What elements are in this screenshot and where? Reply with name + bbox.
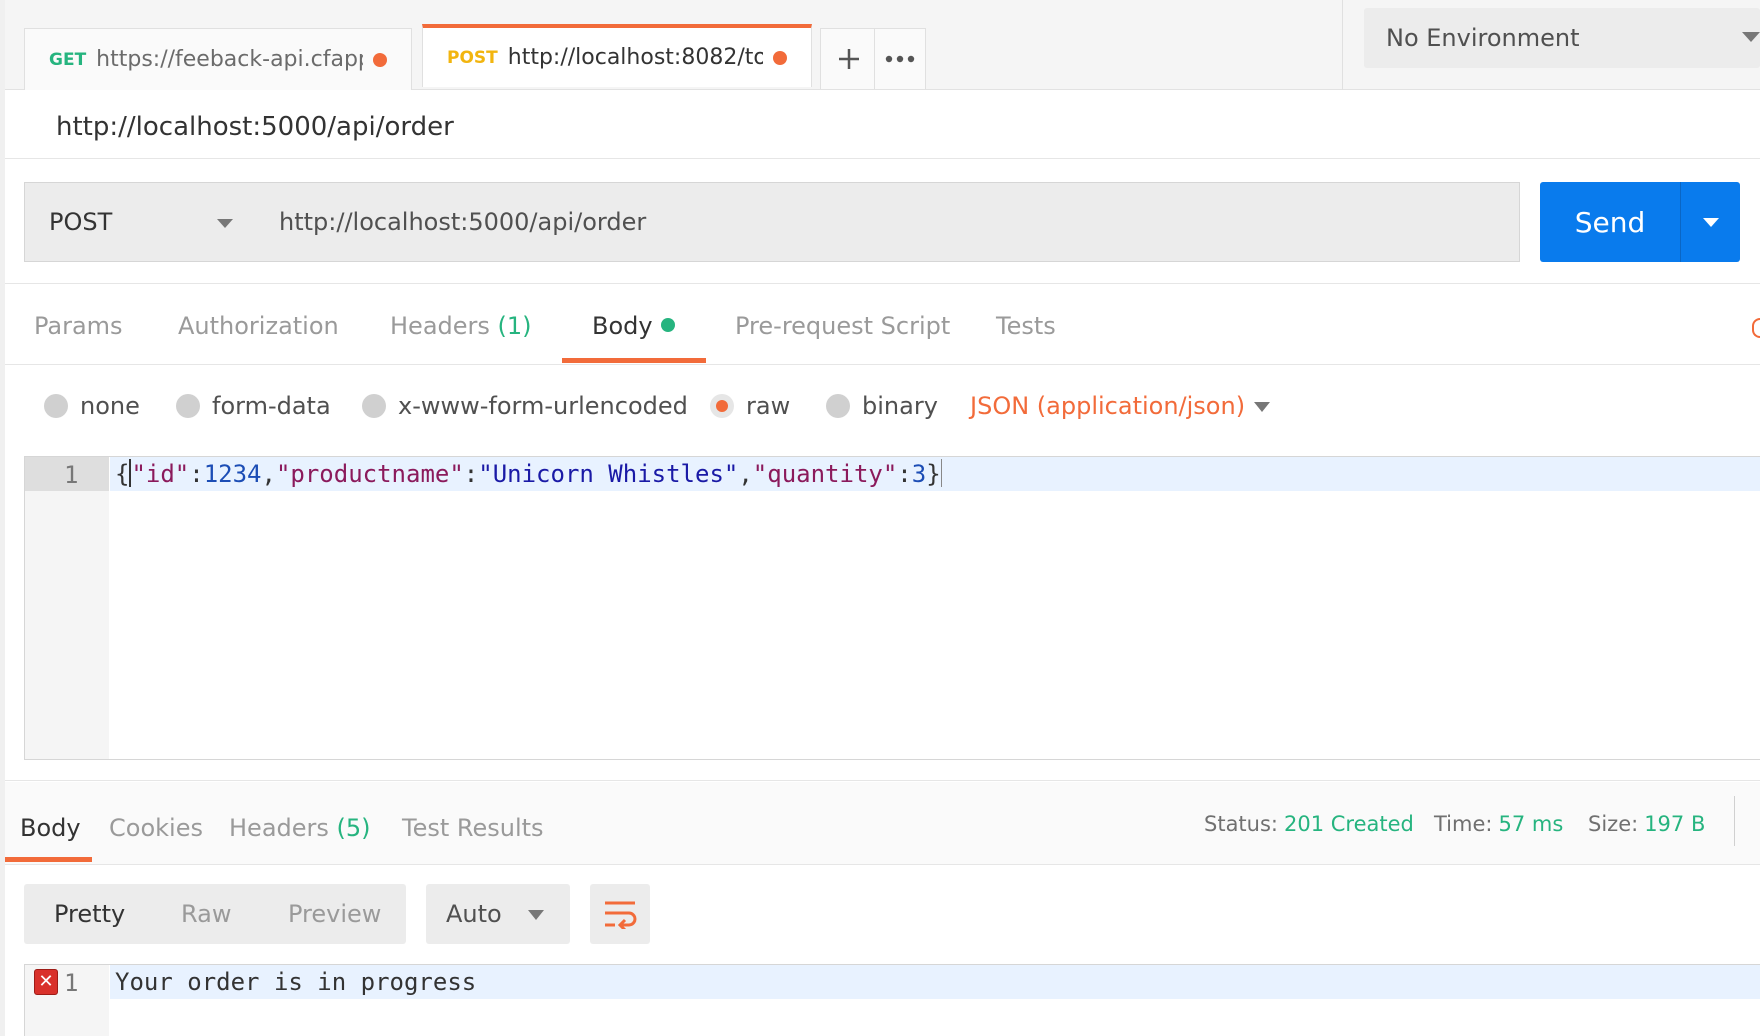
status-value: 201 Created bbox=[1284, 812, 1414, 836]
view-mode-pretty[interactable]: Pretty bbox=[54, 900, 125, 928]
radio-icon bbox=[362, 394, 386, 418]
error-x-icon: ✕ bbox=[34, 969, 58, 995]
radio-raw[interactable]: raw bbox=[710, 392, 790, 420]
line-number: 1 bbox=[64, 461, 79, 489]
radio-icon bbox=[176, 394, 200, 418]
unsaved-dot-icon bbox=[773, 50, 787, 65]
response-tab-headers[interactable]: Headers (5) bbox=[229, 814, 371, 842]
radio-icon bbox=[826, 394, 850, 418]
view-mode-raw[interactable]: Raw bbox=[181, 900, 231, 928]
response-tab-cookies[interactable]: Cookies bbox=[109, 814, 203, 842]
chevron-down-icon bbox=[1703, 218, 1719, 227]
method-select[interactable]: POST bbox=[24, 182, 258, 262]
more-dots-icon bbox=[885, 55, 915, 63]
wrap-lines-button[interactable] bbox=[590, 884, 650, 944]
new-tab-button[interactable] bbox=[820, 28, 878, 89]
chevron-down-icon bbox=[217, 219, 233, 228]
url-input[interactable]: http://localhost:5000/api/order bbox=[257, 182, 1520, 262]
divider bbox=[5, 864, 1760, 865]
chevron-down-icon[interactable] bbox=[1254, 402, 1270, 412]
format-select[interactable]: Auto bbox=[426, 884, 570, 944]
url-value: http://localhost:5000/api/order bbox=[279, 208, 647, 236]
tab-params[interactable]: Params bbox=[34, 312, 123, 340]
method-value: POST bbox=[49, 208, 113, 236]
response-text: Your order is in progress bbox=[115, 968, 477, 996]
body-indicator-icon bbox=[660, 318, 675, 332]
radio-selected-icon bbox=[710, 394, 734, 418]
response-status: Status: 201 Created bbox=[1204, 812, 1414, 836]
chevron-down-icon bbox=[528, 910, 544, 920]
content-type-select[interactable]: JSON (application/json) bbox=[970, 392, 1245, 420]
tab-pre-request-script[interactable]: Pre-request Script bbox=[735, 312, 950, 340]
divider bbox=[5, 283, 1760, 284]
radio-icon bbox=[44, 394, 68, 418]
request-title: http://localhost:5000/api/order bbox=[56, 112, 454, 142]
request-body-editor[interactable] bbox=[24, 456, 1760, 760]
divider bbox=[5, 780, 1760, 781]
active-tab-indicator bbox=[5, 857, 92, 862]
chevron-down-icon bbox=[1742, 32, 1760, 42]
tab-url: http://localhost:8082/topics/jso bbox=[507, 45, 763, 70]
response-tab-body[interactable]: Body bbox=[20, 814, 81, 842]
wrap-lines-icon bbox=[605, 901, 637, 929]
response-tab-test-results[interactable]: Test Results bbox=[402, 814, 544, 842]
size-value: 197 B bbox=[1644, 812, 1706, 836]
radio-none[interactable]: none bbox=[44, 392, 140, 420]
editor-gutter bbox=[25, 457, 109, 759]
tab-url: https://feeback-api.cfapps.io/api bbox=[96, 47, 363, 72]
view-mode-preview[interactable]: Preview bbox=[288, 900, 381, 928]
divider bbox=[5, 364, 1760, 365]
divider bbox=[1734, 796, 1735, 846]
environment-value: No Environment bbox=[1386, 24, 1580, 52]
radio-binary[interactable]: binary bbox=[826, 392, 938, 420]
radio-x-www-form-urlencoded[interactable]: x-www-form-urlencoded bbox=[362, 392, 688, 420]
tab-headers[interactable]: Headers (1) bbox=[390, 312, 532, 340]
tab-method: POST bbox=[447, 47, 498, 68]
plus-icon bbox=[839, 49, 859, 69]
headers-count: (1) bbox=[497, 312, 532, 340]
radio-form-data[interactable]: form-data bbox=[176, 392, 331, 420]
tab-tests[interactable]: Tests bbox=[996, 312, 1056, 340]
request-tab-get[interactable]: GET https://feeback-api.cfapps.io/api bbox=[24, 28, 412, 90]
cookies-link-icon[interactable] bbox=[1752, 318, 1760, 338]
request-tab-post[interactable]: POST http://localhost:8082/topics/jso bbox=[422, 24, 812, 87]
divider bbox=[5, 158, 1760, 159]
divider bbox=[1342, 0, 1343, 90]
send-options-button[interactable] bbox=[1680, 182, 1740, 262]
format-value: Auto bbox=[446, 900, 502, 928]
left-edge bbox=[0, 0, 5, 1036]
tab-options-button[interactable] bbox=[874, 28, 926, 89]
response-time: Time: 57 ms bbox=[1434, 812, 1564, 836]
tab-method: GET bbox=[49, 49, 87, 70]
line-number: 1 bbox=[64, 969, 79, 997]
headers-count: (5) bbox=[336, 814, 371, 842]
time-value: 57 ms bbox=[1498, 812, 1564, 836]
code-line[interactable]: {"id":1234,"productname":"Unicorn Whistl… bbox=[115, 457, 942, 491]
tab-authorization[interactable]: Authorization bbox=[178, 312, 339, 340]
active-tab-indicator bbox=[562, 358, 706, 363]
tab-body[interactable]: Body bbox=[592, 312, 675, 340]
response-size: Size: 197 B bbox=[1588, 812, 1706, 836]
environment-select[interactable]: No Environment bbox=[1364, 8, 1760, 68]
send-button[interactable]: Send bbox=[1540, 182, 1680, 262]
unsaved-dot-icon bbox=[373, 52, 387, 67]
